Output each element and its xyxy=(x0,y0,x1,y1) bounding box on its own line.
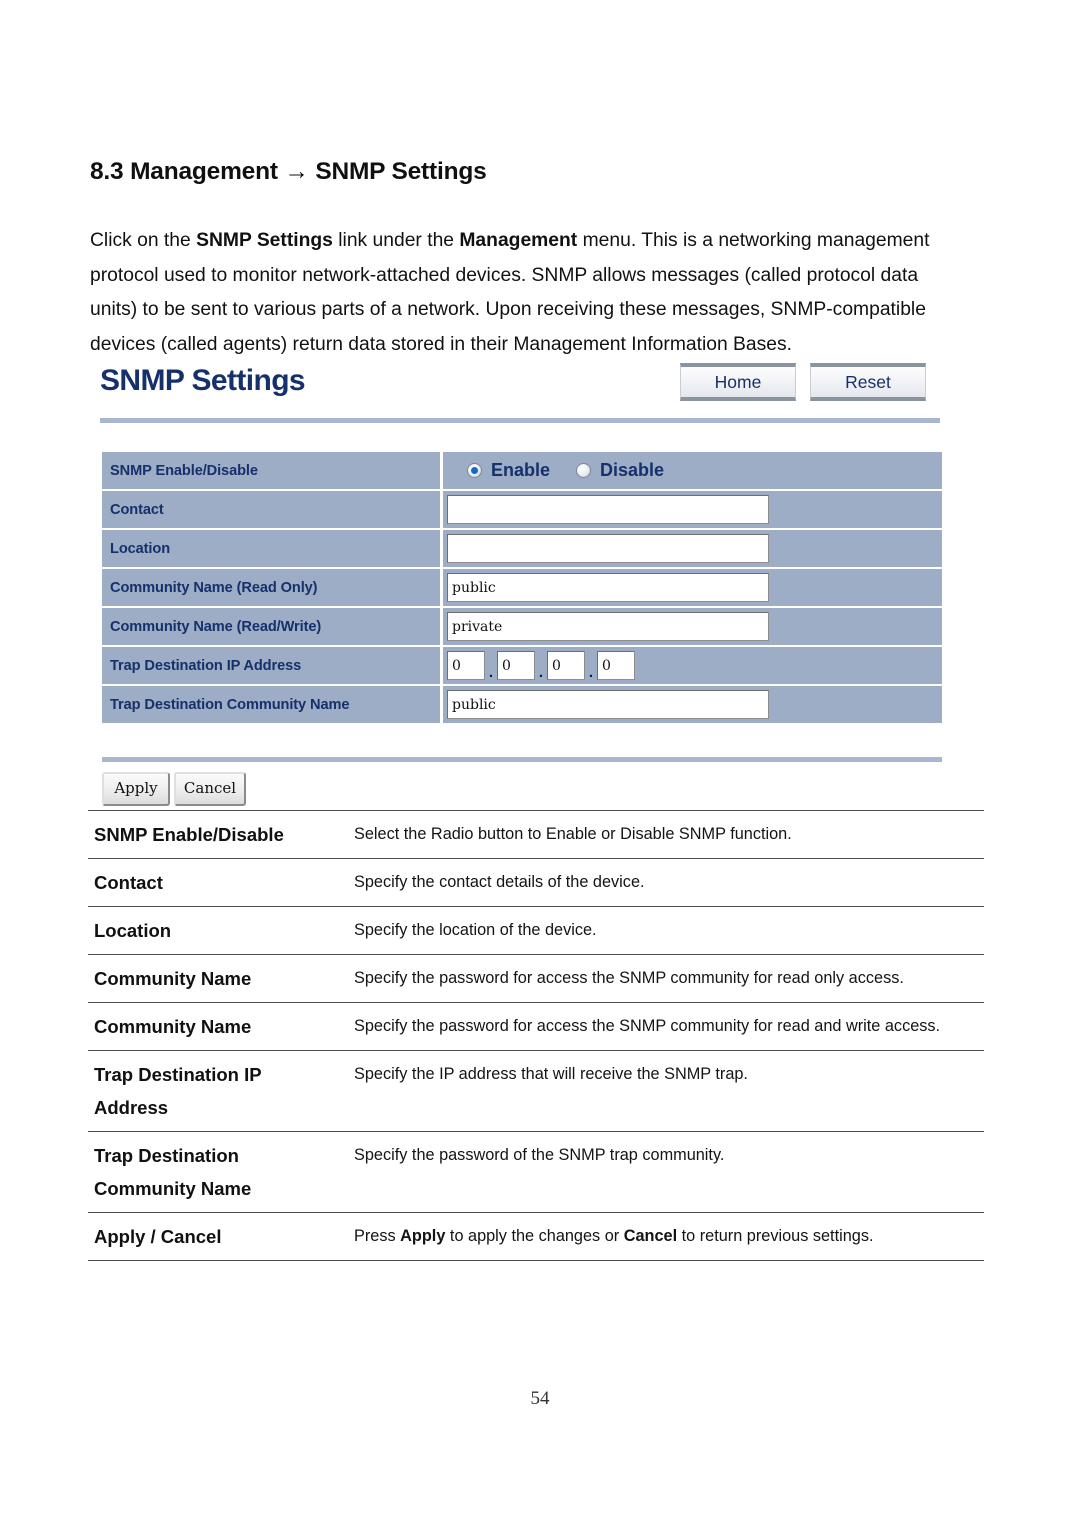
table-row-location: Location xyxy=(102,530,942,567)
value-community-read-only: public xyxy=(443,569,942,606)
description-term: Trap Destination IP Address xyxy=(88,1051,352,1132)
community-read-write-input[interactable]: private xyxy=(447,612,769,641)
label-location: Location xyxy=(102,530,443,567)
reset-button[interactable]: Reset xyxy=(810,363,926,401)
description-term-line: Community Name xyxy=(94,1016,252,1037)
label-community-read-write: Community Name (Read/Write) xyxy=(102,608,443,645)
page-number: 54 xyxy=(530,1388,550,1409)
snmp-settings-table: SNMP Enable/Disable Enable Disable Contac… xyxy=(102,450,942,725)
community-read-only-input[interactable]: public xyxy=(447,573,769,602)
description-term: Community Name xyxy=(88,955,352,1003)
description-term: SNMP Enable/Disable xyxy=(88,811,352,859)
radio-disable[interactable] xyxy=(576,463,592,478)
section-heading: 8.3 Management → SNMP Settings xyxy=(90,158,487,185)
value-contact xyxy=(443,491,942,528)
radio-enable-label: Enable xyxy=(491,460,551,480)
description-text: Press Apply to apply the changes or Canc… xyxy=(354,1227,874,1245)
location-input[interactable] xyxy=(447,534,769,563)
table-row-community-read-only: Community Name (Read Only) public xyxy=(102,569,942,606)
table-row: Community Name Specify the password for a… xyxy=(88,1003,984,1051)
ip-dot-1: . xyxy=(488,664,494,681)
ip-dot-3: . xyxy=(588,664,594,681)
table-row: Trap Destination IP Address Specify the IP… xyxy=(88,1051,984,1132)
field-description-table: SNMP Enable/Disable Select the Radio butt… xyxy=(88,810,984,1261)
description-term: Contact xyxy=(88,859,352,907)
apply-button[interactable]: Apply xyxy=(102,772,170,806)
description-term: Location xyxy=(88,907,352,955)
description-text: Specify the password for access the SNMP… xyxy=(354,1017,941,1035)
description-term-line: Community Name xyxy=(94,1178,252,1199)
description-term-line: Contact xyxy=(94,872,163,893)
table-row: Location Specify the location of the devi… xyxy=(88,907,984,955)
description-term: Community Name xyxy=(88,1003,352,1051)
contact-input[interactable] xyxy=(447,495,769,524)
table-row-trap-community: Trap Destination Community Name public xyxy=(102,686,942,723)
value-snmp-enable: Enable Disable xyxy=(443,452,942,489)
value-location xyxy=(443,530,942,567)
description-term-line: Apply / Cancel xyxy=(94,1226,222,1247)
snmp-settings-panel: SNMP Settings Home Reset SNMP Enable/Dis… xyxy=(96,356,952,806)
trap-ip-octet-3[interactable]: 0 xyxy=(547,651,585,680)
label-contact: Contact xyxy=(102,491,443,528)
value-trap-destination-ip: 0.0.0.0 xyxy=(443,647,942,684)
description-text: Select the Radio button to Enable or Dis… xyxy=(354,825,792,843)
trap-ip-octet-4[interactable]: 0 xyxy=(597,651,635,680)
panel-divider-top xyxy=(100,418,940,423)
table-row: Community Name Specify the password for a… xyxy=(88,955,984,1003)
description-term: Trap Destination Community Name xyxy=(88,1132,352,1213)
description-rows: SNMP Enable/Disable Select the Radio butt… xyxy=(88,810,984,1261)
document-page: 8.3 Management → SNMP Settings Click on … xyxy=(0,0,1080,1528)
description-term-line: Trap Destination xyxy=(94,1145,239,1166)
value-community-read-write: private xyxy=(443,608,942,645)
trap-community-input[interactable]: public xyxy=(447,690,769,719)
table-row-trap-ip: Trap Destination IP Address 0.0.0.0 xyxy=(102,647,942,684)
table-row: Trap Destination Community Name Specify th… xyxy=(88,1132,984,1213)
table-row-contact: Contact xyxy=(102,491,942,528)
value-trap-community: public xyxy=(443,686,942,723)
description-text: Specify the IP address that will receive… xyxy=(354,1065,748,1083)
intro-paragraph: Click on the SNMP Settings link under th… xyxy=(90,230,930,355)
description-term-line: Trap Destination IP xyxy=(94,1064,262,1085)
description-text: Specify the contact details of the devic… xyxy=(354,873,645,891)
radio-enable[interactable] xyxy=(467,463,482,478)
trap-ip-octet-2[interactable]: 0 xyxy=(497,651,535,680)
trap-ip-octet-1[interactable]: 0 xyxy=(447,651,485,680)
cancel-button[interactable]: Cancel xyxy=(174,772,246,806)
description-text: Specify the password of the SNMP trap co… xyxy=(354,1146,725,1164)
description-term-line: Location xyxy=(94,920,172,941)
label-trap-community: Trap Destination Community Name xyxy=(102,686,443,723)
table-row-snmp-enable: SNMP Enable/Disable Enable Disable xyxy=(102,452,942,489)
table-row: Contact Specify the contact details of th… xyxy=(88,859,984,907)
home-button[interactable]: Home xyxy=(680,363,796,401)
ip-dot-2: . xyxy=(538,664,544,681)
label-trap-destination-ip: Trap Destination IP Address xyxy=(102,647,443,684)
label-snmp-enable: SNMP Enable/Disable xyxy=(102,452,443,489)
label-community-read-only: Community Name (Read Only) xyxy=(102,569,443,606)
table-row: SNMP Enable/Disable Select the Radio butt… xyxy=(88,810,984,859)
description-term-line: SNMP Enable/Disable xyxy=(94,824,284,845)
description-text: Specify the password for access the SNMP… xyxy=(354,969,904,987)
table-row-community-read-write: Community Name (Read/Write) private xyxy=(102,608,942,645)
description-term-line: Address xyxy=(94,1097,169,1118)
description-text: Specify the location of the device. xyxy=(354,921,597,939)
radio-disable-label: Disable xyxy=(600,460,665,480)
table-row: Apply / Cancel Press Apply to apply the c… xyxy=(88,1213,984,1261)
panel-title: SNMP Settings xyxy=(100,364,306,397)
description-term-line: Community Name xyxy=(94,968,252,989)
description-term: Apply / Cancel xyxy=(88,1213,352,1261)
panel-divider-bottom xyxy=(102,757,942,762)
snmp-enable-radio-group: Enable Disable xyxy=(447,460,690,481)
